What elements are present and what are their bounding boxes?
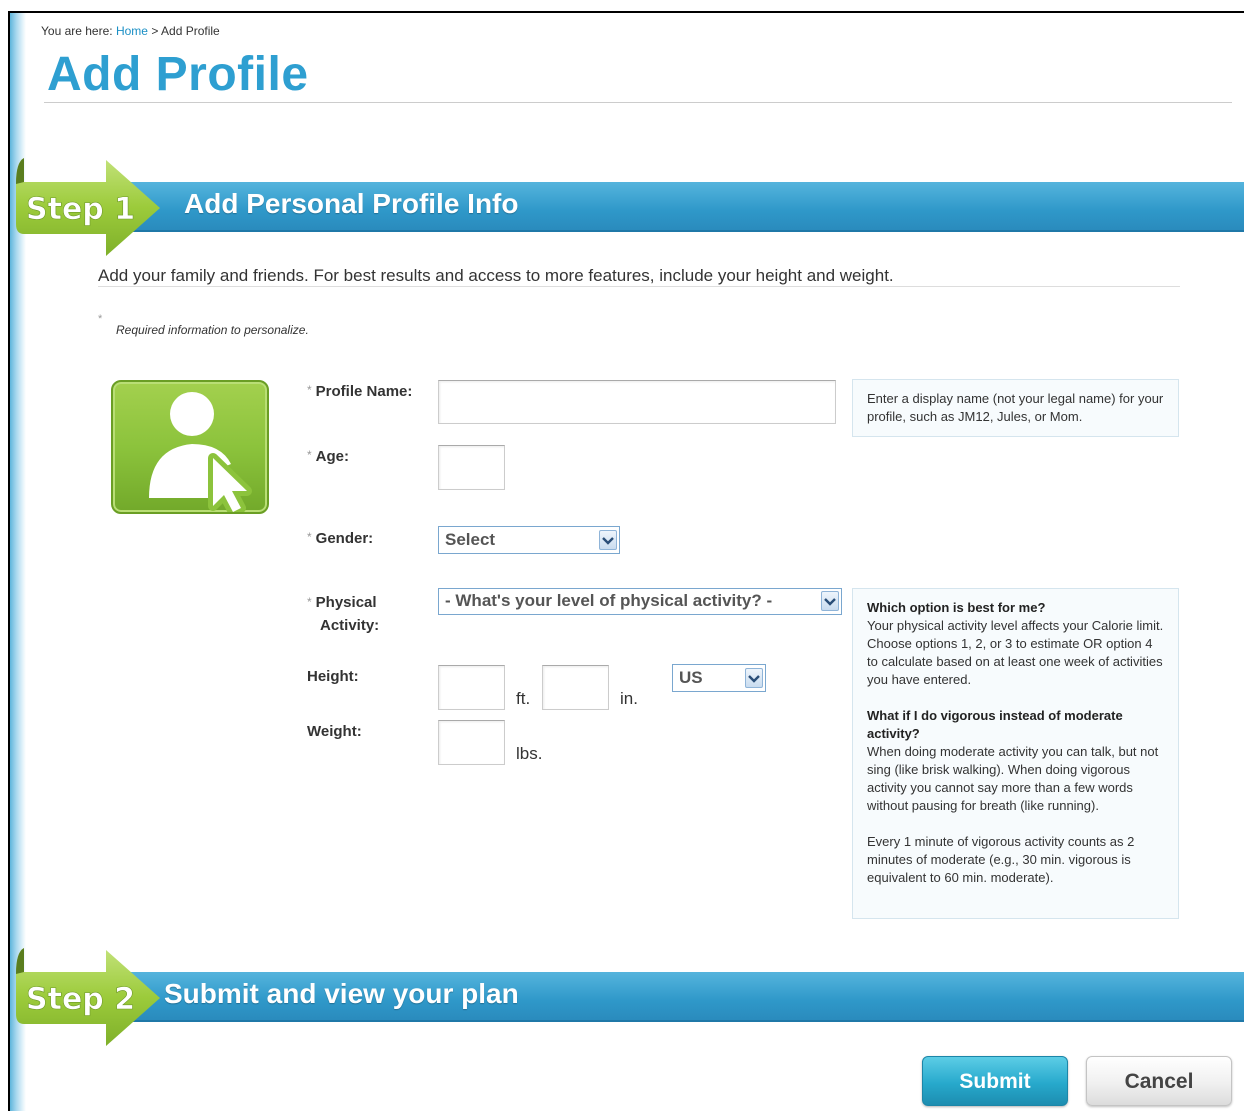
profile-name-label-text: Profile Name: — [315, 383, 413, 400]
submit-button[interactable]: Submit — [922, 1056, 1068, 1106]
gender-select[interactable]: Select — [438, 526, 620, 554]
step1-heading: Add Personal Profile Info — [184, 188, 519, 219]
activity-help-a1: Your physical activity level affects you… — [867, 618, 1164, 687]
required-star: * — [307, 448, 312, 462]
weight-label: Weight: — [307, 723, 362, 740]
activity-help-q2: What if I do vigorous instead of moderat… — [867, 708, 1123, 741]
step2-heading: Submit and view your plan — [164, 978, 519, 1009]
page-frame: You are here: Home > Add Profile Add Pro… — [8, 11, 1244, 1111]
activity-help-a2: When doing moderate activity you can tal… — [867, 744, 1159, 813]
gender-label-text: Gender: — [315, 530, 374, 547]
breadcrumb-current: Add Profile — [161, 24, 220, 38]
activity-help-tip: Which option is best for me? Your physic… — [852, 588, 1179, 919]
step1-badge-text: Step 1 — [26, 192, 135, 227]
chevron-down-icon[interactable] — [745, 668, 763, 688]
weight-input[interactable] — [438, 720, 505, 765]
height-feet-input[interactable] — [438, 665, 505, 710]
step1-arrow-badge: Step 1 — [16, 158, 160, 256]
unit-system-select[interactable]: US — [672, 664, 766, 692]
activity-label-line1: Physical — [315, 594, 377, 611]
required-star: * — [98, 313, 103, 325]
step2-badge-text: Step 2 — [26, 982, 135, 1017]
intro-text: Add your family and friends. For best re… — [98, 266, 894, 285]
profile-avatar-icon — [111, 380, 269, 514]
title-divider — [44, 102, 1232, 103]
cancel-button[interactable]: Cancel — [1086, 1056, 1232, 1106]
gender-selected-value: Select — [445, 530, 496, 549]
intro-divider — [98, 286, 1180, 287]
unit-system-selected-value: US — [679, 668, 703, 687]
height-label: Height: — [307, 668, 359, 685]
chevron-down-icon[interactable] — [821, 591, 839, 611]
step1-banner: Step 1 Add Personal Profile Info — [14, 158, 1244, 258]
step2-banner: Step 2 Submit and view your plan — [14, 948, 1244, 1048]
weight-unit-label: lbs. — [516, 744, 543, 763]
breadcrumb-home-link[interactable]: Home — [116, 24, 148, 38]
activity-selected-value: - What's your level of physical activity… — [445, 591, 773, 610]
activity-label-line2: Activity: — [320, 617, 380, 634]
breadcrumb-prefix: You are here: — [41, 24, 113, 38]
profile-name-input[interactable] — [438, 380, 836, 424]
profile-name-tip-text: Enter a display name (not your legal nam… — [867, 391, 1164, 424]
required-star: * — [307, 530, 312, 544]
required-note: Required information to personalize. — [116, 323, 309, 337]
page-title: Add Profile — [47, 48, 309, 101]
required-star: * — [307, 595, 312, 609]
activity-label: * Physical Activity: — [307, 591, 379, 637]
age-label-text: Age: — [315, 448, 350, 465]
breadcrumb: You are here: Home > Add Profile — [41, 24, 220, 38]
height-inches-input[interactable] — [542, 665, 609, 710]
chevron-down-icon[interactable] — [599, 530, 617, 550]
age-input[interactable] — [438, 445, 505, 490]
required-star: * — [307, 383, 312, 397]
gender-label: * Gender: — [307, 530, 373, 547]
activity-help-a3: Every 1 minute of vigorous activity coun… — [867, 834, 1135, 885]
age-label: * Age: — [307, 448, 349, 465]
activity-select[interactable]: - What's your level of physical activity… — [438, 588, 842, 615]
feet-unit-label: ft. — [516, 689, 531, 708]
step2-arrow-badge: Step 2 — [16, 948, 160, 1046]
breadcrumb-separator: > — [151, 24, 159, 38]
profile-name-tip: Enter a display name (not your legal nam… — [852, 379, 1179, 437]
inches-unit-label: in. — [620, 689, 638, 708]
profile-name-label: * Profile Name: — [307, 383, 412, 400]
activity-help-q1: Which option is best for me? — [867, 600, 1046, 615]
